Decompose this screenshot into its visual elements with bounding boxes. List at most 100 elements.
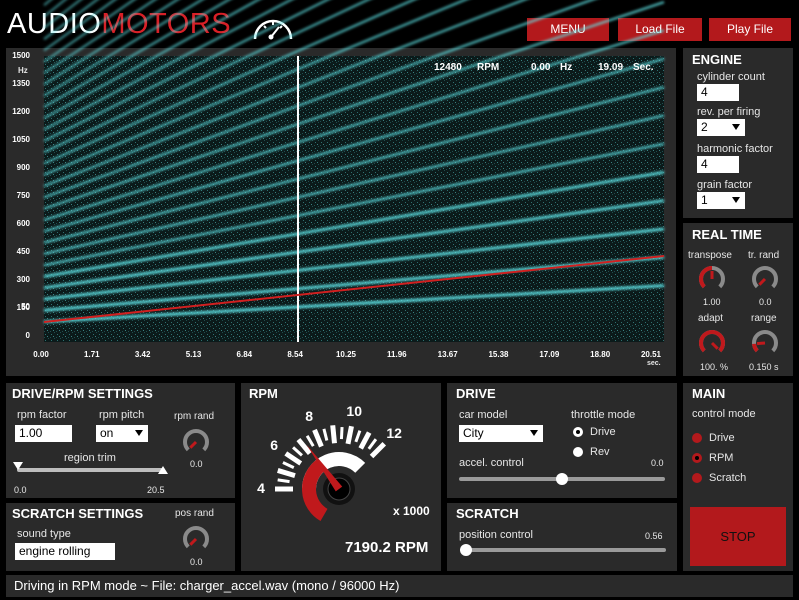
gauge-fill <box>302 459 328 522</box>
x-tick-label: 11.96 <box>387 350 407 359</box>
mode-scratch-radio[interactable] <box>692 473 702 483</box>
region-trim-min: 0.0 <box>14 485 27 495</box>
gauge-tick <box>358 431 372 450</box>
throttle-drive-radio[interactable] <box>573 427 583 437</box>
region-trim-label: region trim <box>64 452 116 464</box>
rpm-readout: 7190.2 RPM <box>345 539 429 556</box>
rpm-factor-field[interactable]: 1.00 <box>15 425 72 442</box>
throttle-drive-label: Drive <box>590 426 616 438</box>
pos-rand-dial[interactable] <box>181 524 211 554</box>
gauge-tick <box>284 451 303 466</box>
dial-track <box>752 266 778 289</box>
adapt-dial[interactable] <box>697 328 727 358</box>
x-tick-label: 8.54 <box>287 350 303 359</box>
scratch-title: SCRATCH <box>456 506 519 521</box>
radio-selected-dot <box>695 456 699 460</box>
y-tick-label: 900 <box>16 163 30 172</box>
rpm-rand-dial[interactable] <box>181 427 211 457</box>
stop-button[interactable]: STOP <box>690 507 786 566</box>
rev-per-firing-value: 2 <box>701 120 708 134</box>
drive-rpm-settings-title: DRIVE/RPM SETTINGS <box>12 386 153 401</box>
dial-fill <box>752 343 759 353</box>
throttle-rev-label: Rev <box>590 446 610 458</box>
play-file-button[interactable]: Play File <box>709 18 791 41</box>
rev-per-firing-label: rev. per firing <box>697 106 761 118</box>
chevron-down-icon <box>732 124 740 130</box>
y-tick-label: 450 <box>16 247 30 256</box>
gauge-tick <box>339 427 344 440</box>
rpm-pitch-select[interactable]: on <box>96 425 148 442</box>
rpm-readout-value: 12480 <box>434 62 462 73</box>
pos-rand-value: 0.0 <box>190 557 203 567</box>
y-tick-label: 1050 <box>12 135 30 144</box>
rpm-factor-label: rpm factor <box>17 409 67 421</box>
dial-pointer <box>710 341 719 350</box>
radio-selected-dot <box>576 430 580 434</box>
y-tick-label: 1350 <box>12 79 30 88</box>
mode-drive-radio[interactable] <box>692 433 702 443</box>
gauge-tick <box>277 478 290 484</box>
cylinder-count-field[interactable]: 4 <box>697 84 739 101</box>
gauge-tick <box>367 438 378 450</box>
dial-pointer <box>189 537 198 546</box>
car-model-select[interactable]: City <box>459 425 543 442</box>
accel-control-knob[interactable] <box>556 473 568 485</box>
dial-fill <box>699 330 725 353</box>
grain-factor-value: 1 <box>701 193 708 207</box>
time-readout-unit: Sec. <box>633 62 654 73</box>
hz-readout-value: 0.00 <box>531 62 551 73</box>
rev-per-firing-select[interactable]: 2 <box>697 119 745 136</box>
region-trim-end-handle[interactable] <box>158 466 168 476</box>
y-tick-label: 600 <box>16 219 30 228</box>
y-tick-label: 300 <box>16 275 30 284</box>
chevron-down-icon <box>530 430 538 436</box>
x-tick-label: 1.71 <box>84 350 100 359</box>
rpm-rand-value: 0.0 <box>190 459 203 469</box>
y-tick-label: 750 <box>16 191 30 200</box>
range-label: range <box>751 313 777 324</box>
rpm-rand-label: rpm rand <box>174 411 215 422</box>
range-dial[interactable] <box>750 328 780 358</box>
throttle-rev-radio[interactable] <box>573 447 583 457</box>
gauge-label: 6 <box>270 436 279 453</box>
hz-readout-unit: Hz <box>560 62 573 73</box>
accel-control-label: accel. control <box>459 457 524 469</box>
rpm-multiplier: x 1000 <box>393 504 430 518</box>
position-control-track[interactable] <box>462 548 666 552</box>
harmonic-line <box>43 0 53 7</box>
mode-rpm-radio[interactable] <box>692 453 702 463</box>
y-axis-unit: Hz <box>18 66 28 75</box>
gauge-tick <box>354 430 362 443</box>
region-trim-track[interactable] <box>17 468 163 472</box>
sound-type-label: sound type <box>17 528 71 540</box>
chevron-down-icon <box>732 197 740 203</box>
y-tick-label: 1500 <box>12 51 30 60</box>
grain-factor-select[interactable]: 1 <box>697 192 745 209</box>
status-text: Driving in RPM mode ~ File: charger_acce… <box>14 578 400 593</box>
gauge-tick <box>369 441 387 459</box>
transpose-dial[interactable] <box>697 264 727 294</box>
gauge-tick <box>277 468 296 479</box>
x-tick-label: 15.38 <box>488 350 509 359</box>
x-tick-label: 10.25 <box>335 350 357 359</box>
gauge-tick <box>322 428 329 441</box>
chevron-down-icon <box>135 430 143 436</box>
menu-button[interactable]: MENU <box>527 18 609 41</box>
x-tick-label: 5.13 <box>185 350 202 359</box>
sound-type-field[interactable]: engine rolling <box>15 543 115 560</box>
main-title: MAIN <box>692 386 726 401</box>
gauge-label: 12 <box>386 424 402 441</box>
harmonic-factor-field[interactable]: 4 <box>697 156 739 173</box>
x-tick-label: 13.67 <box>437 350 458 359</box>
tr-rand-dial[interactable] <box>750 264 780 294</box>
dial-track <box>183 526 209 549</box>
position-control-knob[interactable] <box>460 544 472 556</box>
tr-rand-label: tr. rand <box>748 250 780 261</box>
tr-rand-value: 0.0 <box>759 297 772 307</box>
accel-control-value: 0.0 <box>651 458 664 468</box>
spectrogram-view[interactable] <box>43 0 665 342</box>
load-file-button[interactable]: Load File <box>618 18 702 41</box>
gauge-label: 10 <box>346 403 362 420</box>
throttle-mode-label: throttle mode <box>571 409 636 421</box>
region-trim-start-handle[interactable] <box>13 462 23 472</box>
